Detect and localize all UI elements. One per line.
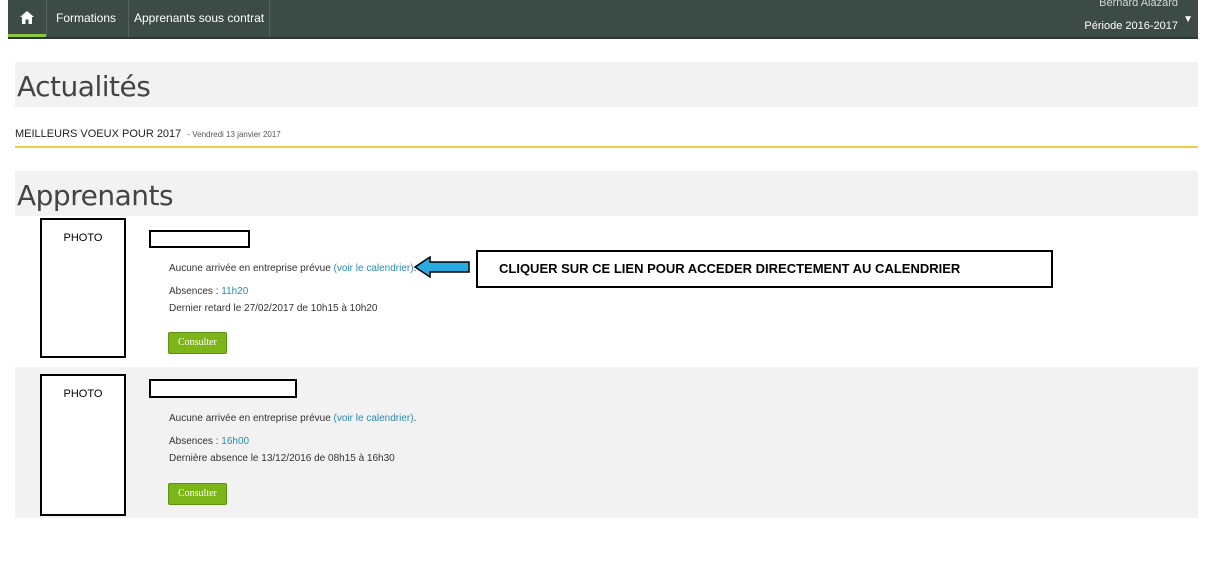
section-title: Actualités <box>17 70 151 103</box>
user-menu[interactable]: Bernard Alazard Période 2016-2017 <box>1084 0 1178 32</box>
absences-value[interactable]: 16h00 <box>221 436 249 447</box>
absences-label: Absences : <box>169 436 219 447</box>
home-button[interactable] <box>8 0 46 37</box>
calendar-link[interactable]: (voir le calendrier) <box>334 413 414 424</box>
nav-formations[interactable]: Formations <box>52 0 120 37</box>
nav-apprenants-sous-contrat[interactable]: Apprenants sous contrat <box>130 0 268 37</box>
annotation-callout: CLIQUER SUR CE LIEN POUR ACCEDER DIRECTE… <box>476 250 1053 288</box>
news-title[interactable]: MEILLEURS VOEUX POUR 2017 <box>15 128 181 140</box>
news-section-header: Actualités <box>15 62 1198 107</box>
last-event-text: Dernier retard le 27/02/2017 de 10h15 à … <box>169 303 378 314</box>
last-event-text: Dernière absence le 13/12/2016 de 08h15 … <box>169 453 395 464</box>
arrival-line: Aucune arrivée en entreprise prévue (voi… <box>169 263 417 274</box>
absences-line: Absences : 11h20 <box>169 286 248 297</box>
consult-button[interactable]: Consulter <box>168 332 227 354</box>
top-navbar: Formations Apprenants sous contrat Berna… <box>8 0 1198 39</box>
absences-label: Absences : <box>169 286 219 297</box>
learner-card: PHOTO Aucune arrivée en entreprise prévu… <box>15 216 1198 366</box>
news-date: - Vendredi 13 janvier 2017 <box>187 130 281 139</box>
news-item: MEILLEURS VOEUX POUR 2017 - Vendredi 13 … <box>15 128 1198 148</box>
nav-separator <box>128 0 129 37</box>
left-arrow-icon <box>414 256 470 278</box>
learners-section-header: Apprenants <box>15 171 1198 216</box>
calendar-link[interactable]: (voir le calendrier) <box>334 263 414 274</box>
learner-name-box <box>149 379 297 398</box>
absences-line: Absences : 16h00 <box>169 436 249 447</box>
home-icon <box>20 10 34 24</box>
arrival-text: Aucune arrivée en entreprise prévue <box>169 413 331 424</box>
nav-separator <box>46 0 47 37</box>
nav-separator <box>269 0 270 37</box>
learner-photo: PHOTO <box>40 374 126 516</box>
section-title: Apprenants <box>17 179 174 212</box>
arrival-line: Aucune arrivée en entreprise prévue (voi… <box>169 413 417 424</box>
learner-photo: PHOTO <box>40 218 126 358</box>
period-label: Période 2016-2017 <box>1084 20 1178 32</box>
learner-card: PHOTO Aucune arrivée en entreprise prévu… <box>15 367 1198 518</box>
absences-value[interactable]: 11h20 <box>221 286 248 297</box>
learner-name-box <box>149 230 250 248</box>
consult-button[interactable]: Consulter <box>168 483 227 505</box>
user-name: Bernard Alazard <box>1099 0 1178 8</box>
arrival-text: Aucune arrivée en entreprise prévue <box>169 263 331 274</box>
chevron-down-icon[interactable]: ▼ <box>1183 14 1193 25</box>
